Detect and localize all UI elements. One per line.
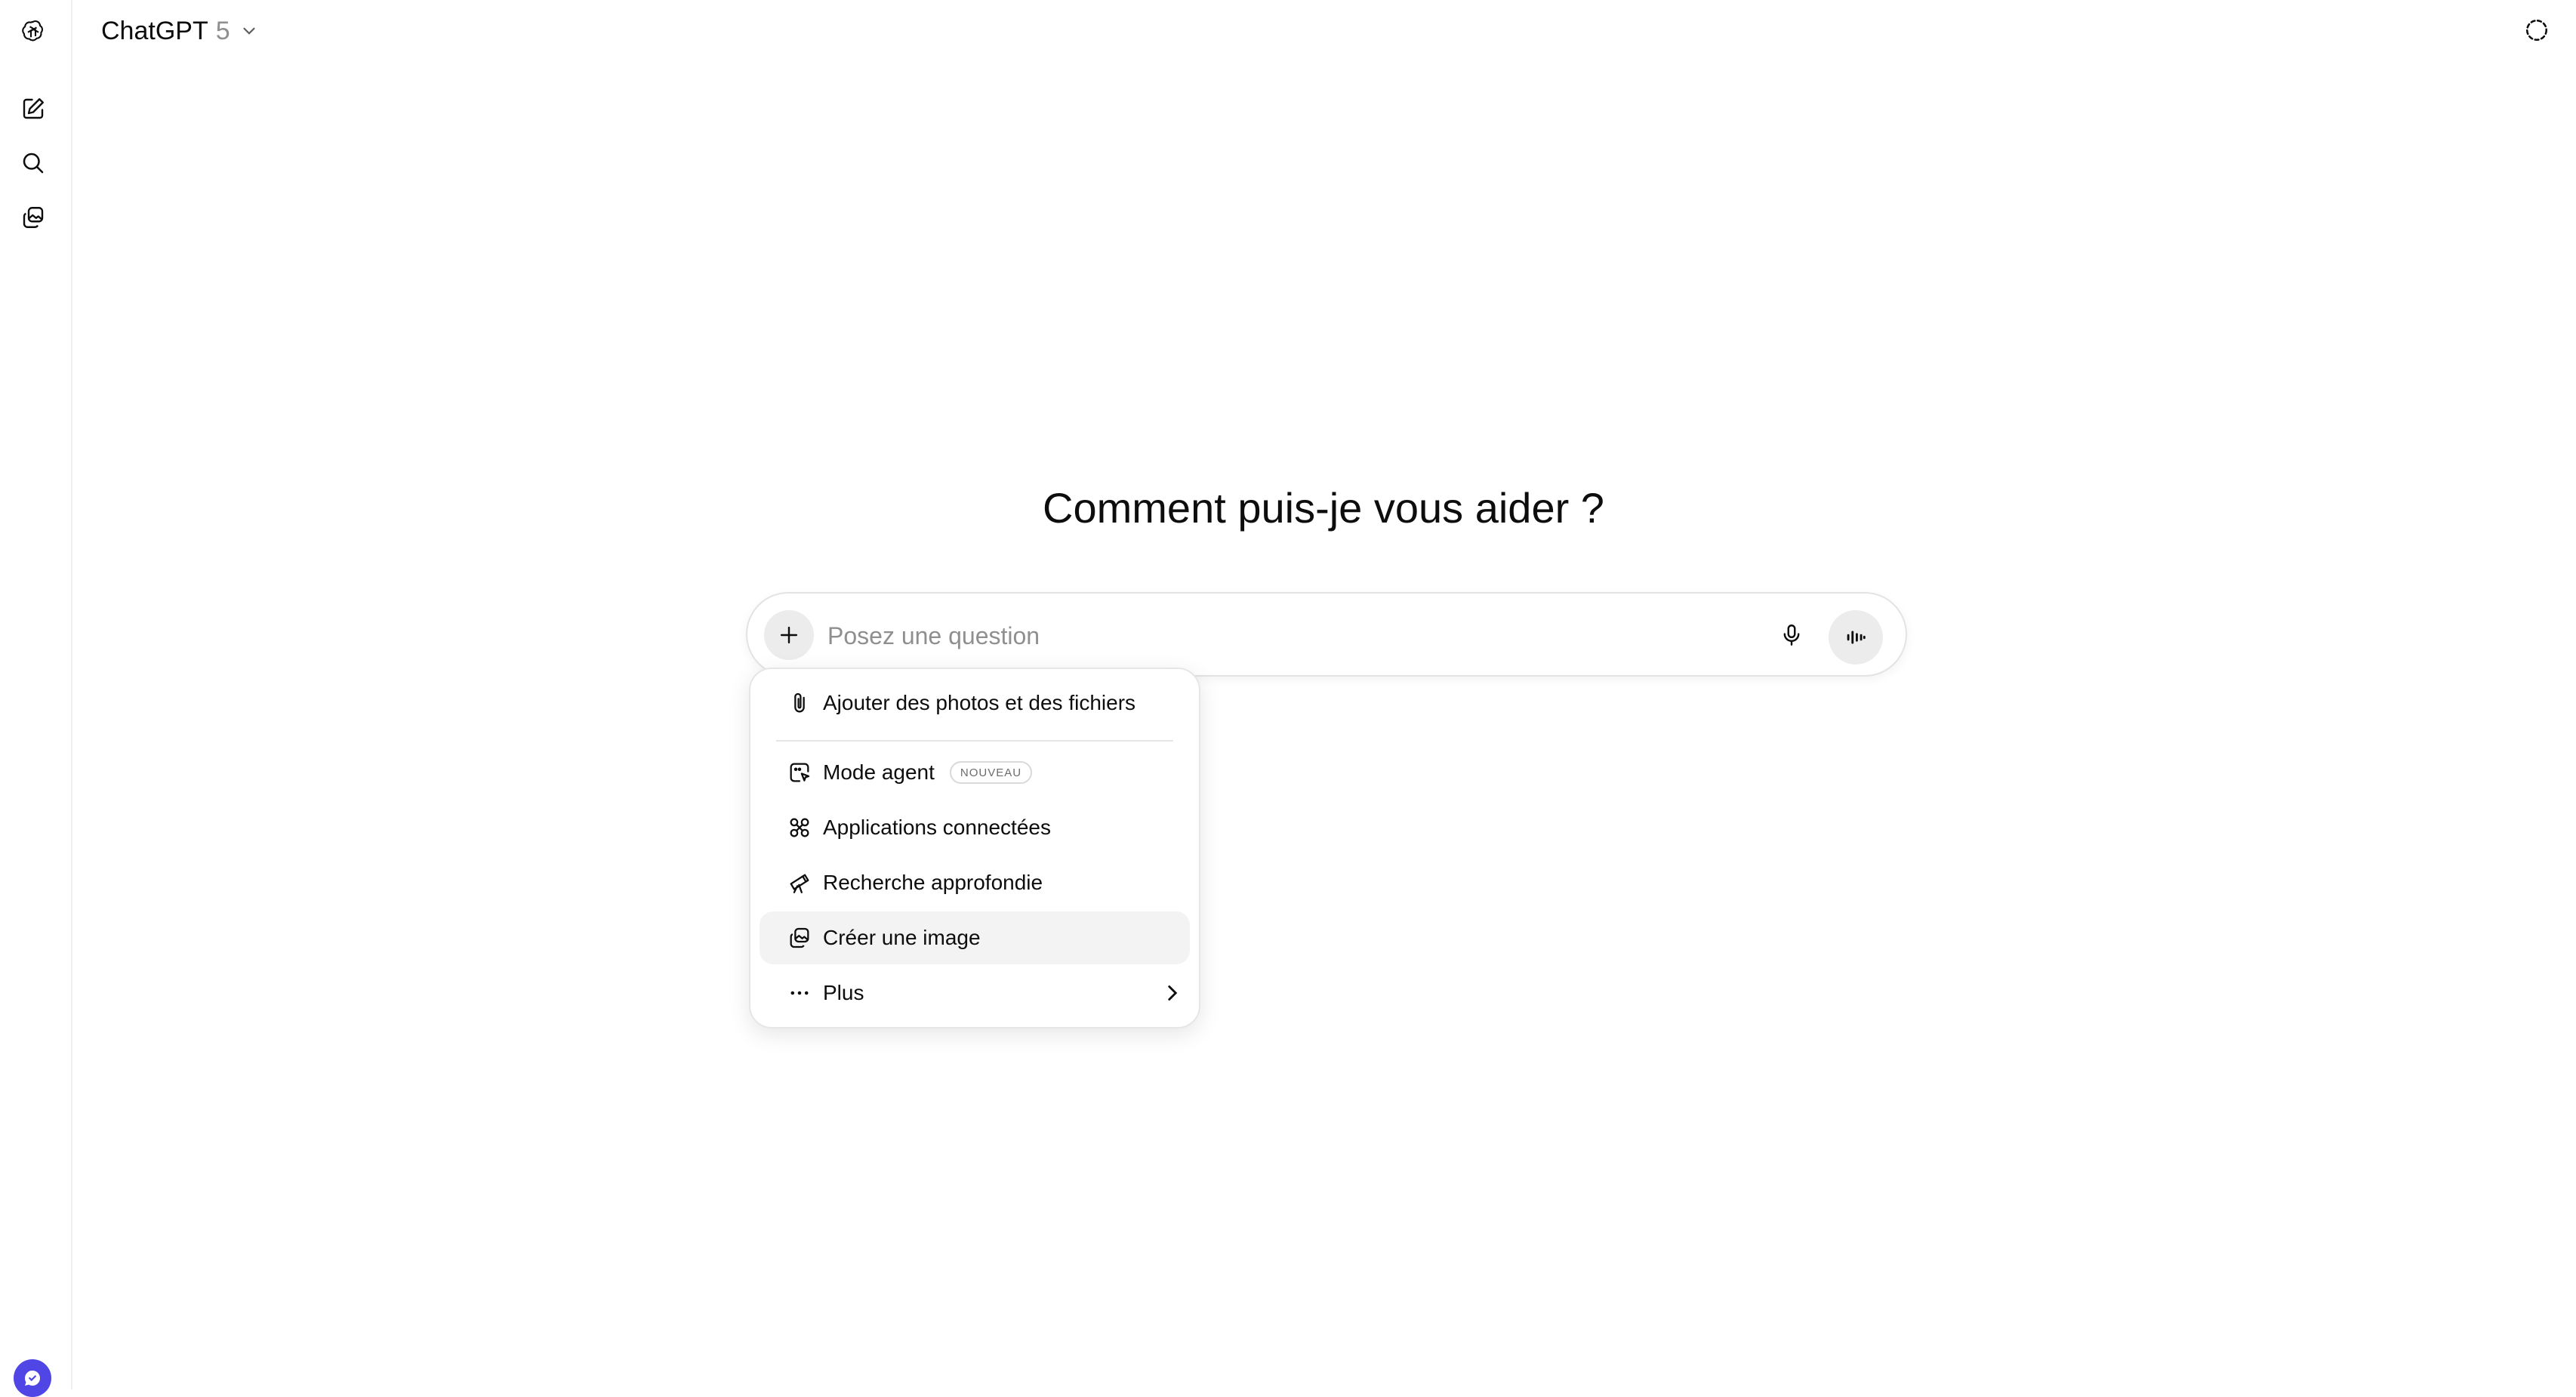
telescope-icon	[787, 870, 812, 896]
model-name: ChatGPT	[101, 16, 208, 45]
chat-bubble-icon	[24, 1370, 40, 1386]
temporary-chat-button[interactable]	[2519, 12, 2555, 48]
menu-item-more[interactable]: Plus	[760, 967, 1190, 1019]
menu-item-agent-mode[interactable]: Mode agent NOUVEAU	[760, 746, 1190, 799]
menu-item-label: Plus	[823, 981, 864, 1004]
menu-item-label: Créer une image	[823, 926, 981, 949]
microphone-icon	[1783, 624, 1800, 646]
menu-divider	[776, 740, 1173, 742]
menu-item-label: Applications connectées	[823, 816, 1051, 839]
composer	[746, 592, 1907, 677]
dashed-circle-icon	[2525, 19, 2548, 42]
new-badge: NOUVEAU	[949, 761, 1033, 784]
voice-waveform-icon	[1847, 631, 1866, 644]
paperclip-icon	[787, 690, 812, 716]
voice-mode-button[interactable]	[1829, 610, 1883, 665]
menu-item-add-files[interactable]: Ajouter des photos et des fichiers	[760, 677, 1190, 729]
prompt-input[interactable]	[826, 615, 1735, 657]
apps-icon	[787, 815, 812, 840]
add-attachment-button[interactable]	[764, 610, 814, 660]
chevron-down-icon	[243, 27, 255, 35]
menu-item-label: Ajouter des photos et des fichiers	[823, 691, 1136, 714]
model-selector[interactable]: ChatGPT 5	[94, 11, 267, 51]
user-avatar[interactable]	[14, 1359, 51, 1397]
openai-logo-icon[interactable]	[15, 14, 51, 50]
more-icon	[787, 980, 812, 1006]
model-version: 5	[215, 16, 230, 45]
menu-item-label: Mode agent	[823, 760, 935, 784]
page-title: Comment puis-je vous aider ?	[1043, 484, 1604, 532]
search-icon[interactable]	[15, 145, 51, 181]
menu-item-deep-research[interactable]: Recherche approfondie	[760, 856, 1190, 909]
image-icon	[787, 925, 812, 951]
dictate-button[interactable]	[1768, 612, 1815, 658]
library-images-icon[interactable]	[15, 199, 51, 236]
new-chat-icon[interactable]	[15, 91, 51, 127]
menu-item-connected-apps[interactable]: Applications connectées	[760, 801, 1190, 854]
agent-icon	[787, 760, 812, 785]
sidebar-rail	[0, 0, 72, 1397]
chevron-right-icon	[1168, 985, 1178, 1001]
plus-icon	[780, 626, 798, 644]
menu-item-label: Recherche approfondie	[823, 871, 1043, 894]
attach-menu: Ajouter des photos et des fichiers Mode …	[749, 668, 1200, 1028]
menu-item-create-image[interactable]: Créer une image	[760, 911, 1190, 964]
